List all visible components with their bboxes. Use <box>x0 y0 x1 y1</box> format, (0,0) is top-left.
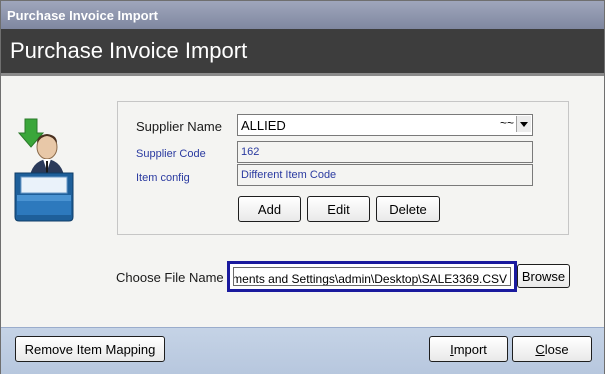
page-title: Purchase Invoice Import <box>10 38 248 63</box>
supplier-name-dropdown[interactable]: ALLIED ~~ <box>237 114 533 136</box>
remove-item-mapping-button[interactable]: Remove Item Mapping <box>15 336 165 362</box>
file-path-box: ments and Settings\admin\Desktop\SALE336… <box>233 267 511 286</box>
purchase-invoice-import-window: Purchase Invoice Import Purchase Invoice… <box>0 0 605 374</box>
window-title: Purchase Invoice Import <box>7 8 158 23</box>
import-label-rest: mport <box>453 341 487 357</box>
edit-button[interactable]: Edit <box>307 196 370 222</box>
file-path-value: ments and Settings\admin\Desktop\SALE336… <box>233 272 507 286</box>
import-button[interactable]: Import <box>429 336 508 362</box>
item-config-field: Different Item Code <box>237 164 533 186</box>
chevron-down-icon <box>520 122 528 127</box>
header-banner: Purchase Invoice Import <box>1 29 604 76</box>
delete-button[interactable]: Delete <box>376 196 440 222</box>
choose-file-label: Choose File Name <box>116 270 224 285</box>
title-bar[interactable]: Purchase Invoice Import <box>1 1 604 29</box>
item-config-value: Different Item Code <box>241 169 337 181</box>
supplier-code-value: 162 <box>241 146 260 158</box>
close-mnemonic: C <box>535 341 545 357</box>
close-button[interactable]: Close <box>512 336 592 362</box>
supplier-code-label: Supplier Code <box>136 148 206 160</box>
add-button[interactable]: Add <box>238 196 301 222</box>
supplier-name-suffix: ~~ <box>499 116 514 130</box>
supplier-code-field: 162 <box>237 141 533 163</box>
close-label-rest: lose <box>544 341 569 357</box>
supplier-name-value: ALLIED <box>241 118 286 133</box>
browse-button[interactable]: Browse <box>517 264 570 288</box>
user-inbox-import-icon <box>13 117 75 223</box>
dropdown-button[interactable] <box>516 116 531 132</box>
item-config-label: Item config <box>136 172 190 184</box>
file-path-input[interactable]: ments and Settings\admin\Desktop\SALE336… <box>227 261 517 292</box>
supplier-name-label: Supplier Name <box>136 119 222 134</box>
